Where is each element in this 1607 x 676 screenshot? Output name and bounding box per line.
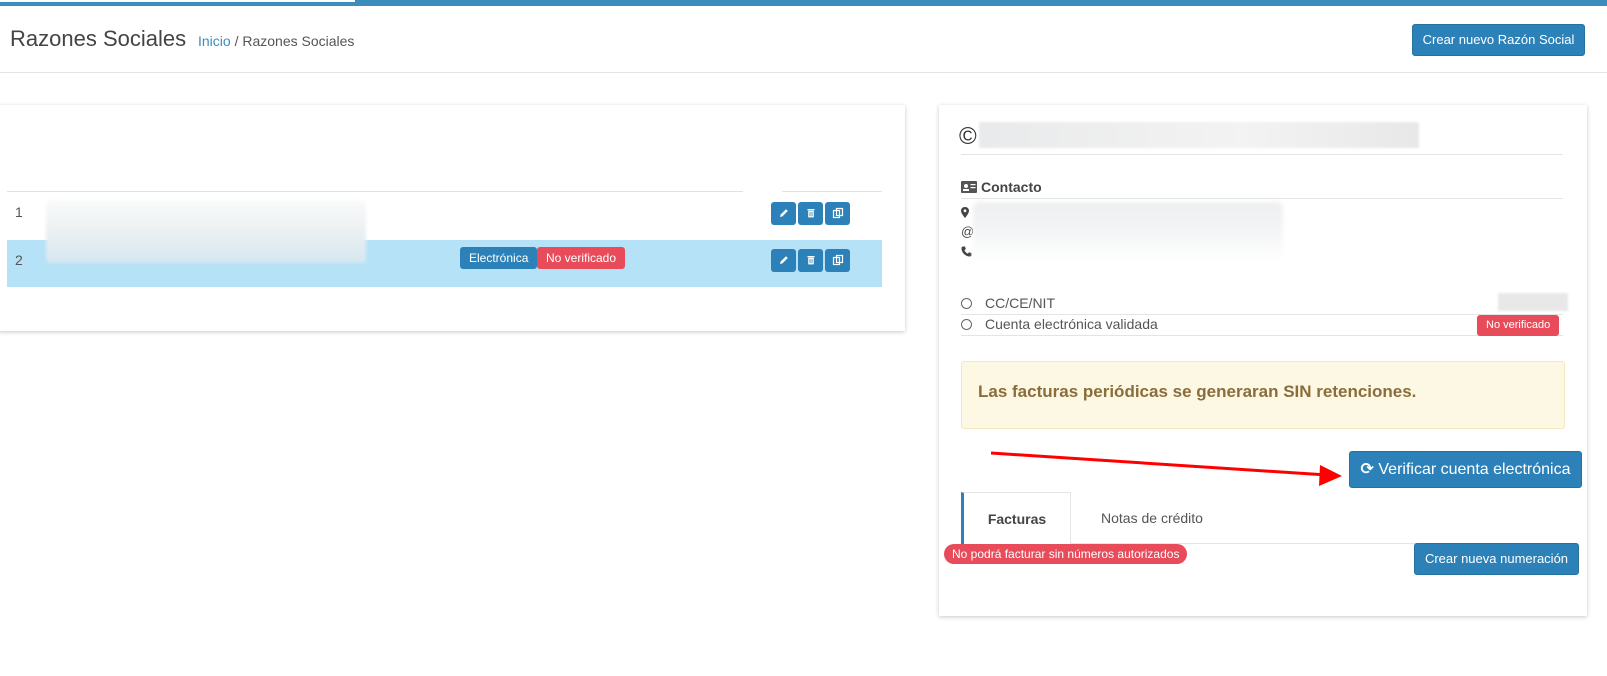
phone-icon bbox=[961, 246, 972, 260]
detail-title-prefix: © bbox=[959, 123, 977, 150]
contact-heading: Contacto bbox=[961, 179, 1042, 195]
contact-card-icon bbox=[961, 181, 977, 193]
page-header: Razones Sociales Inicio / Razones Social… bbox=[0, 6, 1607, 73]
row-number: 1 bbox=[15, 204, 23, 220]
delete-button[interactable] bbox=[798, 249, 823, 272]
id-label: CC/CE/NIT bbox=[985, 295, 1055, 311]
refresh-icon: ⟳ bbox=[1360, 461, 1374, 478]
tab-facturas[interactable]: Facturas bbox=[961, 492, 1071, 544]
status-badge: No verificado bbox=[537, 247, 626, 269]
edit-button[interactable] bbox=[771, 249, 796, 272]
circle-icon bbox=[961, 298, 972, 309]
copy-button[interactable] bbox=[825, 202, 850, 225]
breadcrumb-current: Razones Sociales bbox=[242, 33, 355, 49]
page-title: Razones Sociales bbox=[10, 26, 187, 51]
verify-account-label: Verificar cuenta electrónica bbox=[1378, 461, 1571, 478]
razones-list-panel: 1 2 Electrónica No verificado bbox=[0, 105, 905, 331]
map-marker-icon bbox=[961, 207, 969, 221]
trash-icon bbox=[807, 256, 814, 265]
redacted-name-blur bbox=[46, 200, 366, 263]
detail-panel: © Contacto @ CC/CE/NIT Cuenta electrónic… bbox=[939, 105, 1587, 616]
breadcrumb: Inicio / Razones Sociales bbox=[198, 33, 354, 49]
redacted-title-blur bbox=[979, 122, 1419, 148]
copy-icon bbox=[832, 207, 843, 219]
delete-button[interactable] bbox=[798, 202, 823, 225]
redacted-nit-blur bbox=[1498, 293, 1568, 311]
row-number: 2 bbox=[15, 252, 23, 268]
title-divider bbox=[961, 154, 1563, 155]
contact-divider bbox=[961, 198, 1563, 199]
account-status-badge: No verificado bbox=[1477, 315, 1560, 336]
breadcrumb-home-link[interactable]: Inicio bbox=[198, 33, 231, 49]
retention-alert: Las facturas periódicas se generaran SIN… bbox=[961, 361, 1565, 429]
create-numeracion-button[interactable]: Crear nueva numeración bbox=[1414, 543, 1579, 575]
account-validated-row: Cuenta electrónica validada No verificad… bbox=[961, 315, 1563, 336]
type-badge: Electrónica bbox=[460, 247, 538, 269]
redacted-contact-blur bbox=[973, 202, 1283, 262]
pencil-icon bbox=[779, 256, 788, 264]
top-bar-active-tab bbox=[0, 0, 355, 2]
warning-pill: No podrá facturar sin números autorizado… bbox=[944, 544, 1188, 564]
circle-icon bbox=[961, 319, 972, 330]
tab-notas-credito[interactable]: Notas de crédito bbox=[1082, 492, 1222, 544]
create-razon-social-button[interactable]: Crear nuevo Razón Social bbox=[1412, 24, 1585, 56]
copy-icon bbox=[832, 254, 843, 266]
trash-icon bbox=[807, 209, 814, 218]
breadcrumb-separator: / bbox=[230, 33, 243, 49]
alert-text: Las facturas periódicas se generaran SIN… bbox=[978, 382, 1417, 401]
account-validated-label: Cuenta electrónica validada bbox=[985, 316, 1158, 332]
contact-label: Contacto bbox=[981, 179, 1042, 195]
id-row: CC/CE/NIT bbox=[961, 294, 1563, 315]
copy-button[interactable] bbox=[825, 249, 850, 272]
pencil-icon bbox=[779, 209, 788, 217]
verify-account-button[interactable]: ⟳ Verificar cuenta electrónica bbox=[1349, 451, 1582, 488]
edit-button[interactable] bbox=[771, 202, 796, 225]
